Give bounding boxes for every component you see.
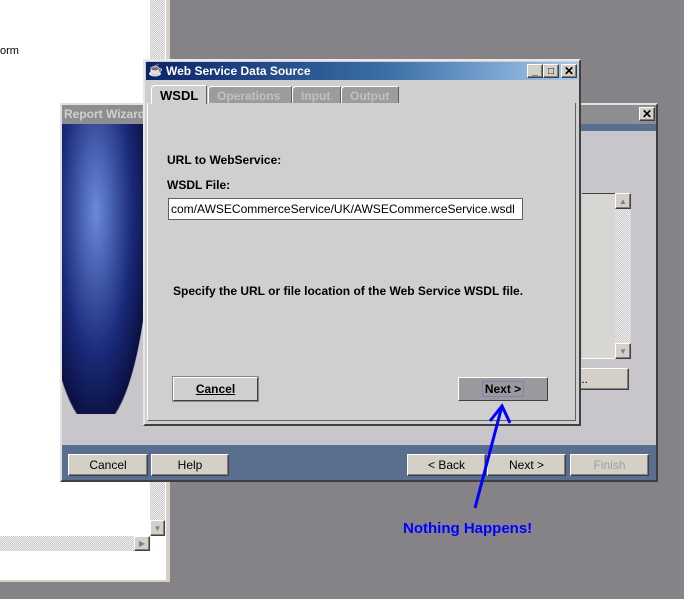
annotation-arrow [473, 403, 512, 509]
arrow-icon [473, 403, 512, 509]
annotation-text: Nothing Happens! [403, 520, 533, 537]
